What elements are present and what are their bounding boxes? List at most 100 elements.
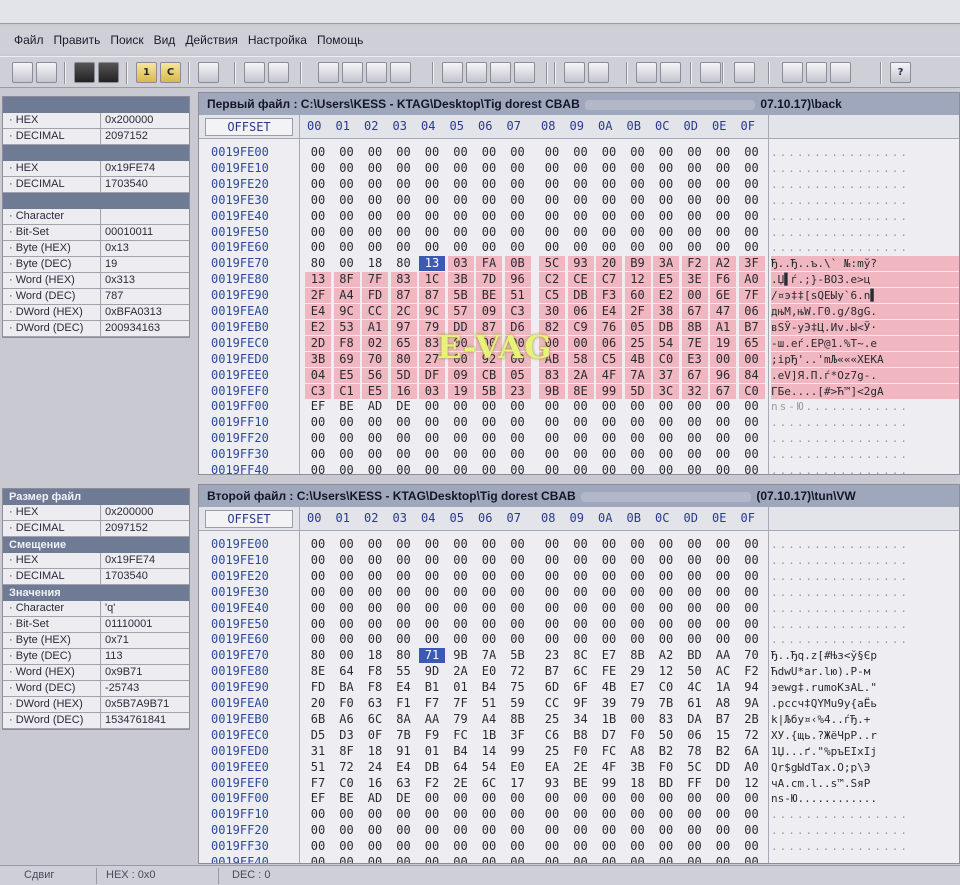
hex-byte[interactable]: 72 bbox=[739, 728, 765, 743]
hex-byte[interactable]: 00 bbox=[419, 431, 445, 446]
hex-byte[interactable]: 76 bbox=[596, 319, 622, 335]
hex-byte[interactable]: 9B bbox=[539, 383, 565, 399]
hex-byte[interactable]: 00 bbox=[625, 712, 651, 727]
help-icon[interactable]: ? bbox=[890, 62, 911, 83]
hex-byte[interactable]: E4 bbox=[305, 304, 331, 319]
hex-row[interactable]: 0019FE40 00 00 00 00 00 00 00 00 00 00 00 00 00 00 00 00… bbox=[199, 209, 959, 224]
hex-byte[interactable]: 00 bbox=[419, 193, 445, 208]
hex-byte[interactable]: B4 bbox=[476, 680, 502, 695]
hex-byte[interactable]: 00 bbox=[448, 601, 474, 616]
hex-byte[interactable]: 00 bbox=[334, 240, 360, 255]
hex-byte[interactable]: 00 bbox=[568, 161, 594, 176]
ascii-text[interactable]: /¤э‡‡[sQЕЫу`6.n▌ bbox=[771, 288, 959, 304]
hex-row[interactable]: 0019FE60 00 00 00 00 00 00 00 00 00 00 00 00 00 00 00 00… bbox=[199, 632, 959, 647]
black-square-icon[interactable] bbox=[74, 62, 95, 83]
hex-byte[interactable]: 00 bbox=[682, 145, 708, 160]
hex-byte[interactable]: 00 bbox=[448, 839, 474, 854]
hex-byte[interactable]: F0 bbox=[653, 760, 679, 775]
ascii-text[interactable]: .Џ▌ѓ.;}-ВОЗ.е>ц bbox=[771, 272, 959, 288]
unsync-icon[interactable] bbox=[588, 62, 609, 83]
hex-byte[interactable]: 00 bbox=[739, 399, 765, 414]
hex-byte[interactable]: 00 bbox=[362, 807, 388, 822]
hex-byte[interactable]: DE bbox=[391, 791, 417, 806]
hex-byte[interactable]: 23 bbox=[504, 383, 531, 399]
hex-byte[interactable]: 65 bbox=[390, 335, 417, 351]
hex-byte[interactable]: A1 bbox=[362, 319, 388, 335]
hex-byte[interactable]: 00 bbox=[539, 632, 565, 647]
hex-byte[interactable]: 00 bbox=[334, 193, 360, 208]
hex-byte[interactable]: 00 bbox=[539, 569, 565, 584]
hex-byte[interactable]: 00 bbox=[539, 601, 565, 616]
hex-byte[interactable]: E0 bbox=[505, 760, 531, 775]
hex-byte[interactable]: 00 bbox=[391, 145, 417, 160]
hex-byte[interactable]: 00 bbox=[596, 399, 622, 414]
hex-byte[interactable]: 00 bbox=[682, 463, 708, 474]
hex-byte[interactable]: 00 bbox=[682, 807, 708, 822]
hex-byte[interactable]: 00 bbox=[739, 585, 765, 600]
hex-byte[interactable]: 67 bbox=[681, 367, 708, 383]
hex-byte[interactable]: 93 bbox=[567, 256, 594, 272]
hex-byte[interactable]: A8 bbox=[710, 696, 736, 711]
hex-byte[interactable]: CC bbox=[539, 696, 565, 711]
hex-byte[interactable]: 00 bbox=[682, 431, 708, 446]
hex-byte[interactable]: 00 bbox=[448, 791, 474, 806]
hex-byte[interactable]: 00 bbox=[710, 791, 736, 806]
hex-byte[interactable]: 00 bbox=[505, 632, 531, 647]
hex-byte[interactable]: 00 bbox=[305, 601, 331, 616]
hex-byte[interactable]: EF bbox=[305, 399, 331, 414]
hex-byte[interactable]: 83 bbox=[539, 367, 565, 383]
hex-byte[interactable]: 00 bbox=[391, 447, 417, 462]
hex-byte[interactable]: DB bbox=[653, 319, 679, 335]
hex-byte[interactable]: 00 bbox=[305, 431, 331, 446]
hex-byte[interactable]: 00 bbox=[568, 632, 594, 647]
hex-byte[interactable]: 00 bbox=[419, 415, 445, 430]
hex-byte[interactable]: 00 bbox=[334, 585, 360, 600]
ascii-text[interactable]: 1Џ...ґ."%ръЕIxIj bbox=[771, 744, 959, 759]
hex-byte[interactable]: 00 bbox=[391, 177, 417, 192]
hex-byte[interactable]: 00 bbox=[362, 585, 388, 600]
hex-byte[interactable]: 00 bbox=[305, 807, 331, 822]
hex-byte[interactable]: 00 bbox=[682, 447, 708, 462]
hex-byte[interactable]: 00 bbox=[419, 399, 445, 414]
hex-byte[interactable]: 00 bbox=[448, 463, 474, 474]
hex-byte[interactable]: 0B bbox=[504, 256, 531, 272]
hex-byte[interactable]: 02 bbox=[362, 335, 388, 351]
hex-byte[interactable]: 00 bbox=[625, 415, 651, 430]
hex-byte[interactable]: 00 bbox=[539, 585, 565, 600]
hex-byte[interactable]: 29 bbox=[625, 664, 651, 679]
hex-byte[interactable]: E7 bbox=[596, 648, 622, 663]
hex-byte[interactable]: 00 bbox=[362, 632, 388, 647]
hex-byte[interactable]: 2F bbox=[624, 304, 651, 319]
hex-byte[interactable]: 00 bbox=[710, 569, 736, 584]
hex-byte[interactable]: 00 bbox=[653, 240, 679, 255]
hex-byte[interactable]: 00 bbox=[625, 209, 651, 224]
hex-byte[interactable]: 00 bbox=[568, 415, 594, 430]
hex-byte[interactable]: 00 bbox=[419, 617, 445, 632]
hex-byte[interactable]: 00 bbox=[568, 585, 594, 600]
hex-byte[interactable]: 09 bbox=[476, 304, 502, 319]
hex-byte[interactable]: 00 bbox=[505, 463, 531, 474]
hex-byte[interactable]: 00 bbox=[653, 225, 679, 240]
hex-byte[interactable]: 00 bbox=[596, 463, 622, 474]
hex-byte[interactable]: 00 bbox=[568, 537, 594, 552]
hex-byte[interactable]: 5C bbox=[539, 256, 565, 272]
hex-byte[interactable]: A0 bbox=[739, 760, 765, 775]
hex-row[interactable]: 0019FF30 00 00 00 00 00 00 00 00 00 00 00 00 00 00 00 00… bbox=[199, 447, 959, 462]
hex-byte[interactable]: 00 bbox=[419, 177, 445, 192]
hex-row[interactable]: 0019FED0 31 8F 18 91 01 B4 14 99 25 F0 FC A8 B2 78 B2 6A… bbox=[199, 744, 959, 759]
hex-byte[interactable]: 00 bbox=[505, 225, 531, 240]
hex-byte[interactable]: 7B bbox=[653, 696, 679, 711]
hex-byte[interactable]: 00 bbox=[476, 553, 502, 568]
hex-byte[interactable]: BE bbox=[568, 776, 594, 791]
hex-byte[interactable]: 25 bbox=[624, 335, 651, 351]
hex-byte[interactable]: 00 bbox=[419, 145, 445, 160]
first-diff-icon[interactable] bbox=[318, 62, 339, 83]
hex-byte[interactable]: BD bbox=[653, 776, 679, 791]
hex-byte[interactable]: 00 bbox=[448, 193, 474, 208]
hex-byte[interactable]: 8B bbox=[681, 319, 708, 335]
hex-byte[interactable]: 00 bbox=[305, 632, 331, 647]
hex-byte[interactable]: C6 bbox=[539, 728, 565, 743]
hex-byte[interactable]: 00 bbox=[568, 145, 594, 160]
hex-byte[interactable]: 9C bbox=[333, 304, 360, 319]
hex-byte[interactable]: 00 bbox=[476, 839, 502, 854]
